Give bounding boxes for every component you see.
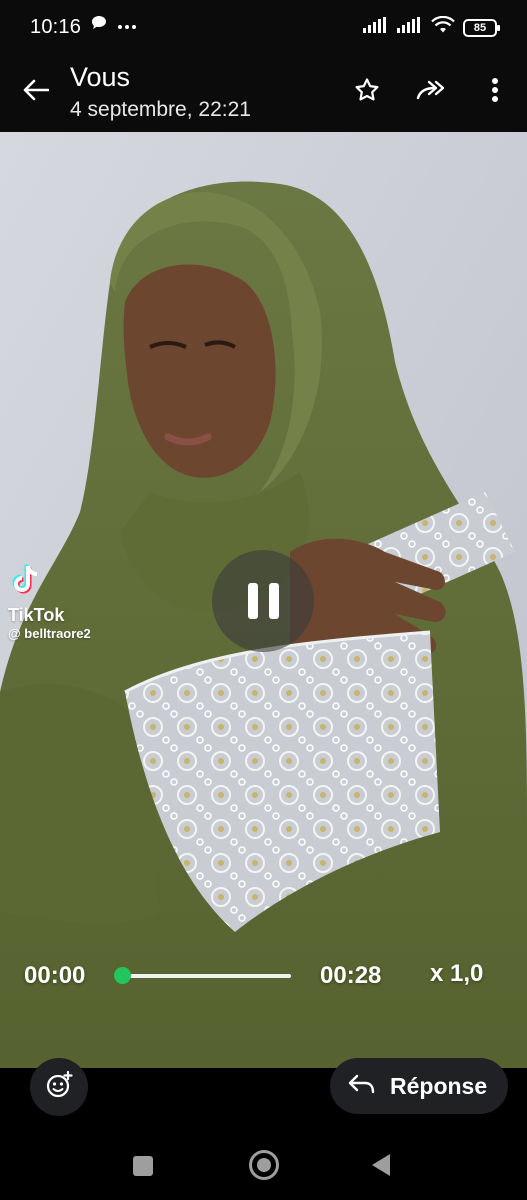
- tiktok-username: @ belltraore2: [8, 626, 91, 641]
- pause-button[interactable]: [212, 550, 314, 652]
- system-nav-bar: [0, 1130, 527, 1200]
- appbar-actions: [349, 74, 513, 110]
- star-icon: [354, 77, 380, 108]
- bottom-bar: Réponse: [0, 1058, 527, 1120]
- reply-label: Réponse: [390, 1072, 488, 1099]
- more-vert-icon: [491, 77, 499, 108]
- more-options-button[interactable]: [477, 74, 513, 110]
- video-player[interactable]: TikTok @ belltraore2 00:00 00:28 x 1,0: [0, 132, 527, 1068]
- status-system-icons: 85: [363, 15, 500, 39]
- react-button[interactable]: [30, 1058, 88, 1116]
- more-dots-icon: [118, 17, 136, 35]
- back-arrow-icon: [23, 79, 50, 106]
- wifi-icon: [431, 15, 455, 39]
- star-button[interactable]: [349, 74, 385, 110]
- app-bar: Vous 4 septembre, 22:21: [0, 56, 527, 132]
- playback-speed-button[interactable]: x 1,0: [430, 960, 483, 988]
- duration: 00:28: [320, 962, 382, 989]
- status-time: 10:16: [30, 16, 82, 38]
- tiktok-watermark: TikTok @ belltraore2: [8, 562, 91, 641]
- page-title: Vous: [70, 62, 131, 92]
- player-controls: 00:00 00:28 x 1,0: [0, 954, 527, 994]
- recents-icon[interactable]: [133, 1156, 153, 1176]
- seek-bar[interactable]: [121, 974, 291, 978]
- current-time: 00:00: [24, 962, 86, 989]
- tiktok-logo-icon: [8, 564, 46, 602]
- reply-button[interactable]: Réponse: [330, 1058, 508, 1114]
- forward-button[interactable]: [413, 74, 449, 110]
- home-icon[interactable]: [249, 1150, 279, 1180]
- battery-icon: 85: [463, 18, 500, 37]
- status-notification-icons: [90, 14, 136, 37]
- status-bar: 10:16 85: [0, 0, 527, 56]
- page-subtitle: 4 septembre, 22:21: [70, 98, 251, 121]
- pause-icon: [247, 583, 258, 619]
- back-button[interactable]: [18, 74, 54, 110]
- reply-icon: [348, 1073, 376, 1100]
- home-icon-dot: [257, 1158, 271, 1172]
- tiktok-app-name: TikTok: [8, 605, 65, 625]
- chat-bubble-icon: [90, 14, 108, 37]
- back-icon[interactable]: [372, 1154, 390, 1176]
- forward-icon: [415, 79, 447, 106]
- pause-icon-bar: [268, 583, 279, 619]
- seek-thumb[interactable]: [114, 967, 131, 984]
- signal-icon: [363, 17, 389, 38]
- signal-icon: [397, 17, 423, 38]
- emoji-add-icon: [45, 1070, 73, 1104]
